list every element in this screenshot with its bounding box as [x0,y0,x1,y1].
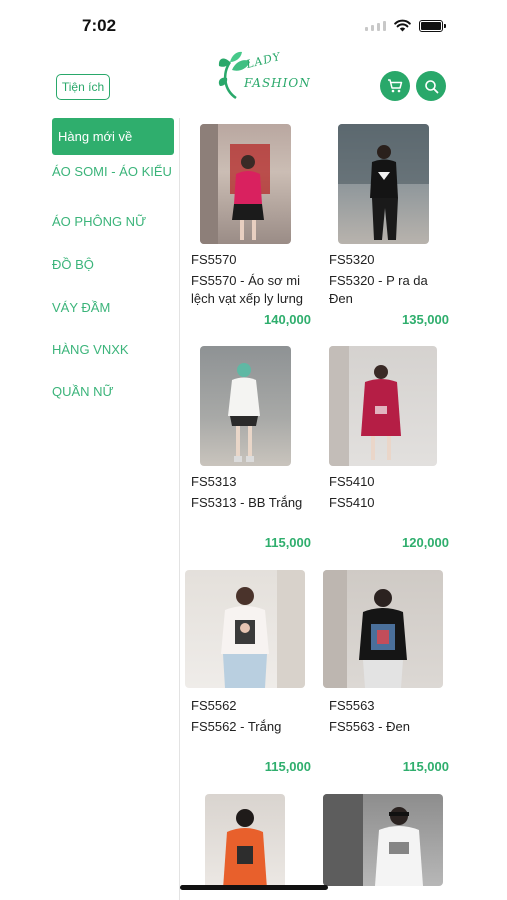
product-price: 120,000 [402,535,449,550]
product-card[interactable]: FS5563 FS5563 - Đen 115,000 [319,564,457,786]
battery-icon [419,19,446,32]
status-time: 7:02 [82,16,117,35]
product-price: 140,000 [264,312,311,327]
category-tshirts[interactable]: ÁO PHÔNG NỮ [52,214,174,230]
product-code: FS5570 [191,252,237,267]
product-card[interactable] [319,788,457,900]
category-dresses[interactable]: VÁY ĐẦM [52,300,174,316]
product-card[interactable]: FS5562 FS5562 - Trắng 115,000 [181,564,319,786]
product-code: FS5563 [329,698,375,713]
status-icons [365,19,446,32]
product-image[interactable] [205,794,285,889]
product-name[interactable]: FS5570 - Áo sơ mi lệch vạt xếp ly lưng [191,272,317,308]
product-name[interactable]: FS5313 - BB Trắng [191,494,317,512]
product-name[interactable]: FS5410 [329,494,455,512]
product-image[interactable] [185,570,305,688]
product-image[interactable] [200,124,291,244]
logo-text-fashion: FASHION [244,76,311,90]
category-new-arrivals[interactable]: Hàng mới về [52,118,174,155]
product-card[interactable]: FS5410 FS5410 120,000 [319,340,457,562]
search-button[interactable] [416,71,446,101]
product-image[interactable] [338,124,429,244]
product-card[interactable]: FS5570 FS5570 - Áo sơ mi lệch vạt xếp ly… [181,118,319,338]
product-price: 115,000 [402,759,449,774]
home-indicator[interactable] [180,885,328,890]
product-card[interactable]: FS5313 FS5313 - BB Trắng 115,000 [181,340,319,562]
sidebar-divider [179,118,180,900]
app-screen: 7:02 Tiện ích LADY FASHION Hàng mới về Á… [0,0,507,900]
product-image[interactable] [323,794,443,886]
product-code: FS5320 [329,252,375,267]
product-code: FS5562 [191,698,237,713]
product-price: 135,000 [402,312,449,327]
signal-icon [365,20,386,31]
search-icon [424,79,438,93]
product-grid: FS5570 FS5570 - Áo sơ mi lệch vạt xếp ly… [181,118,507,900]
product-code: FS5313 [191,474,237,489]
lady-fashion-logo: LADY FASHION [216,46,310,104]
category-sidebar: Hàng mới về ÁO SOMI - ÁO KIỂU ÁO PHÔNG N… [0,118,180,900]
wifi-icon [394,19,411,32]
product-name[interactable]: FS5562 - Trắng [191,718,317,736]
product-image[interactable] [200,346,291,466]
cart-button[interactable] [380,71,410,101]
product-name[interactable]: FS5563 - Đen [329,718,455,736]
product-price: 115,000 [264,535,311,550]
product-price: 115,000 [264,759,311,774]
category-pants[interactable]: QUẦN NỮ [52,384,174,400]
cart-icon [388,79,403,93]
product-card[interactable] [181,788,319,900]
category-export-goods[interactable]: HÀNG VNXK [52,342,174,358]
utility-button[interactable]: Tiện ích [56,74,110,100]
product-image[interactable] [323,570,443,688]
product-name[interactable]: FS5320 - P ra da Đen [329,272,455,308]
category-shirts[interactable]: ÁO SOMI - ÁO KIỂU [52,164,174,180]
product-image[interactable] [329,346,437,466]
product-code: FS5410 [329,474,375,489]
product-card[interactable]: FS5320 FS5320 - P ra da Đen 135,000 [319,118,457,338]
category-sets[interactable]: ĐỒ BỘ [52,257,174,273]
